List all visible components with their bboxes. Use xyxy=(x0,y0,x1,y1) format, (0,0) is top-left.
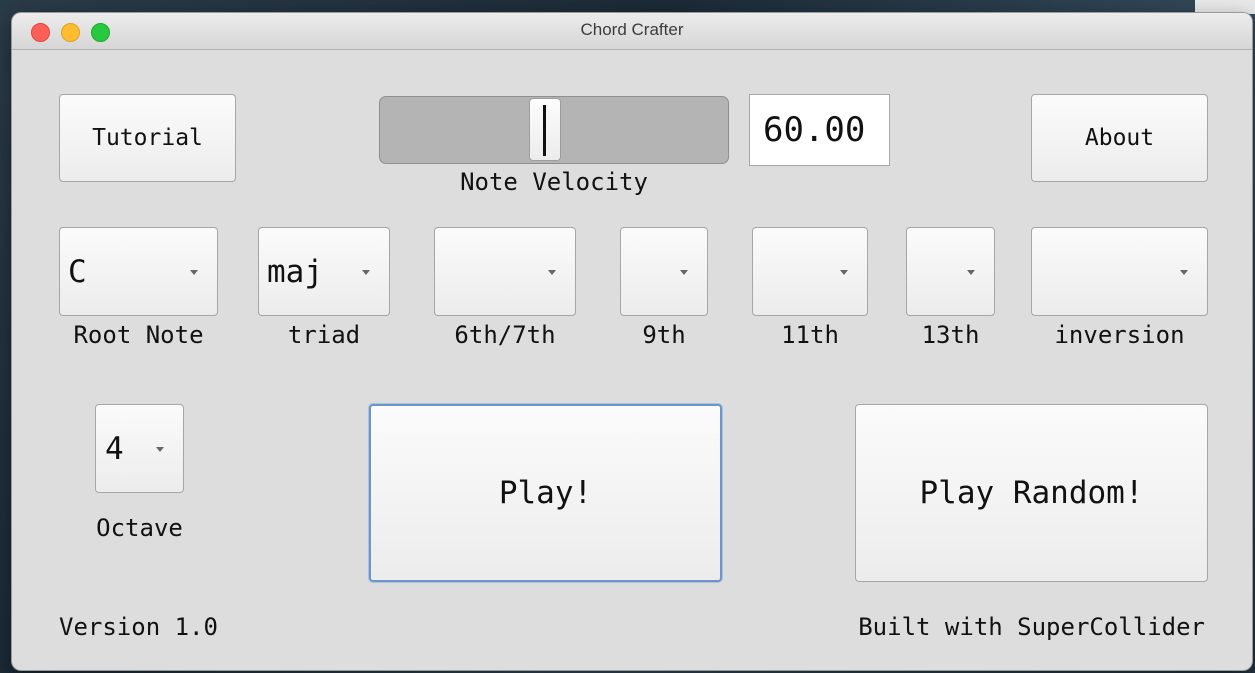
eleventh-label: 11th xyxy=(781,321,839,349)
version-text: Version 1.0 xyxy=(59,613,218,641)
sixth-seventh-dropdown[interactable] xyxy=(434,227,576,316)
thirteenth-dropdown[interactable] xyxy=(906,227,995,316)
note-velocity-label: Note Velocity xyxy=(460,168,648,196)
triad-value: maj xyxy=(267,253,323,290)
root-note-value: C xyxy=(68,253,87,290)
triad-label: triad xyxy=(287,321,361,349)
note-velocity-slider[interactable] xyxy=(379,96,729,164)
chevron-down-icon xyxy=(840,269,848,275)
chevron-down-icon xyxy=(680,269,688,275)
inversion-dropdown[interactable] xyxy=(1031,227,1208,316)
chevron-down-icon xyxy=(1180,269,1188,275)
about-button[interactable]: About xyxy=(1031,94,1208,182)
thirteenth-label: 13th xyxy=(921,321,980,349)
ninth-dropdown[interactable] xyxy=(620,227,708,316)
inversion-label: inversion xyxy=(1054,321,1185,349)
eleventh-dropdown[interactable] xyxy=(752,227,868,316)
tutorial-button[interactable]: Tutorial xyxy=(59,94,236,182)
chevron-down-icon xyxy=(156,446,164,452)
title-bar[interactable]: Chord Crafter xyxy=(12,13,1252,50)
octave-value: 4 xyxy=(105,430,124,467)
play-button[interactable]: Play! xyxy=(369,404,722,582)
octave-label: Octave xyxy=(96,514,183,542)
velocity-value-field[interactable]: 60.00 xyxy=(749,94,890,166)
chevron-down-icon xyxy=(190,269,198,275)
window-title: Chord Crafter xyxy=(580,20,684,39)
app-window: Chord Crafter Tutorial Note Velocity 60.… xyxy=(12,13,1252,670)
chevron-down-icon xyxy=(967,269,975,275)
ninth-label: 9th xyxy=(642,321,686,349)
octave-dropdown[interactable]: 4 xyxy=(95,404,184,493)
root-note-dropdown[interactable]: C xyxy=(59,227,218,316)
chevron-down-icon xyxy=(548,269,556,275)
desktop-background xyxy=(1195,0,1255,14)
velocity-slider-handle[interactable] xyxy=(529,98,561,161)
root-note-label: Root Note xyxy=(73,321,204,349)
supercollider-credit: Built with SuperCollider xyxy=(858,613,1205,641)
chevron-down-icon xyxy=(362,269,370,275)
triad-dropdown[interactable]: maj xyxy=(258,227,390,316)
sixth-seventh-label: 6th/7th xyxy=(454,321,556,349)
play-random-button[interactable]: Play Random! xyxy=(855,404,1208,582)
